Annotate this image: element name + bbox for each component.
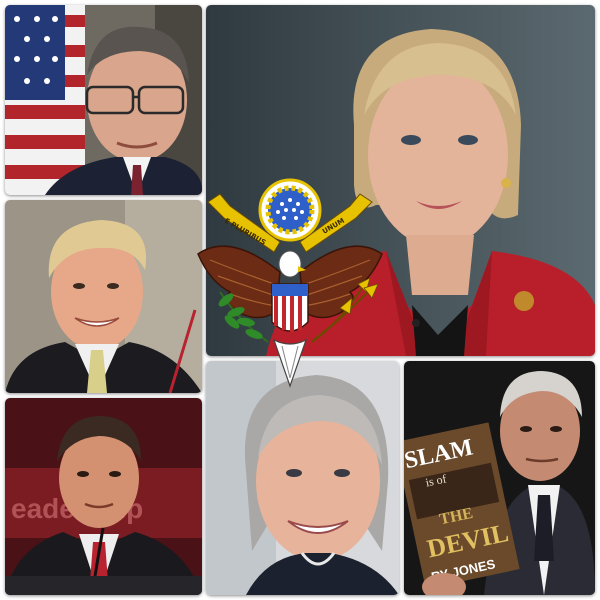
bottom-left-portrait-image: eadership bbox=[5, 398, 202, 595]
middle-left-portrait-image bbox=[5, 200, 202, 393]
bottom-left-portrait-tile: eadership bbox=[5, 398, 202, 595]
eagle-seal-icon: E PLURIBUS UNUM bbox=[197, 178, 383, 388]
top-left-portrait-tile bbox=[5, 5, 202, 195]
middle-left-portrait-tile bbox=[5, 200, 202, 393]
bottom-right-portrait-image: SLAM is of THE DEVIL RY JONES bbox=[404, 361, 595, 595]
bottom-right-portrait-tile: SLAM is of THE DEVIL RY JONES bbox=[404, 361, 595, 595]
top-left-portrait-image bbox=[5, 5, 202, 195]
great-seal-emblem: E PLURIBUS UNUM bbox=[190, 172, 390, 410]
